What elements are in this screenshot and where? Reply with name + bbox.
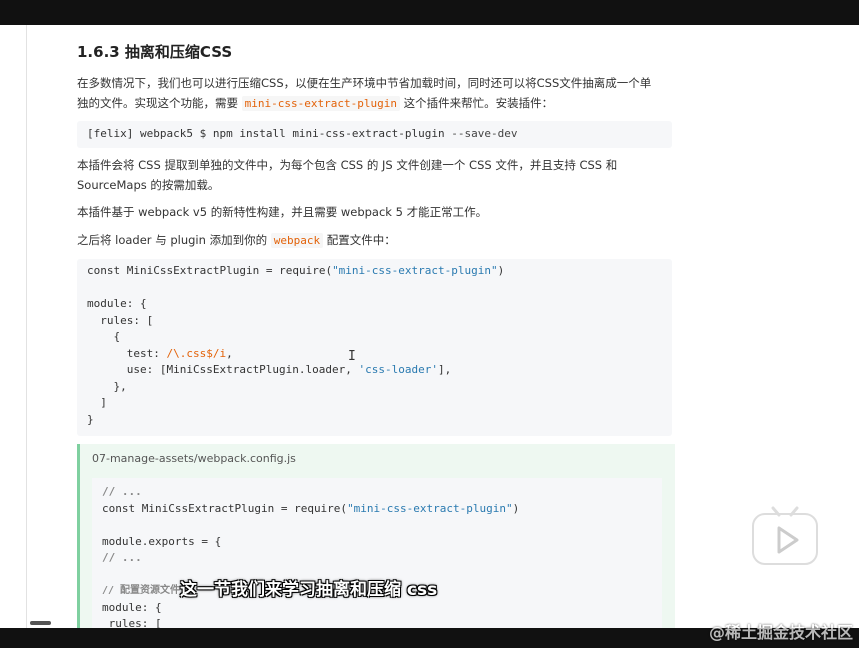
code-line: }, [87, 379, 127, 393]
text-cursor-icon: I [348, 349, 356, 364]
shell-command: npm install mini-css-extract-plugin [212, 127, 452, 140]
code-line: rules: [ [87, 313, 154, 327]
play-icon[interactable] [751, 506, 819, 567]
plugin-description-paragraph: 本插件会将 CSS 提取到单独的文件中，为每个包含 CSS 的 JS 文件创建一… [77, 155, 672, 195]
code-comment: // ... [102, 485, 142, 498]
para4-suffix: 配置文件中： [323, 233, 396, 247]
code-line: const MiniCssExtractPlugin = require("mi… [87, 264, 505, 277]
section-heading: 1.6.3 抽离和压缩CSS [77, 43, 233, 61]
code-line: { [87, 330, 121, 343]
code-line: rules: [ [102, 617, 162, 628]
install-command-line: [felix] webpack5 $ npm install mini-css-… [77, 121, 672, 148]
webpack-version-paragraph: 本插件基于 webpack v5 的新特性构建，并且需要 webpack 5 才… [77, 205, 488, 219]
code-line: module: { [87, 297, 147, 310]
sidebar-divider [26, 25, 27, 628]
install-command-block[interactable]: [felix] webpack5 $ npm install mini-css-… [77, 121, 672, 148]
code-line: const MiniCssExtractPlugin = require("mi… [102, 501, 520, 515]
code-line: test: /\.css$/i, [87, 346, 233, 360]
code-comment: // ... [102, 551, 142, 564]
config-instruction-paragraph: 之后将 loader 与 plugin 添加到你的 webpack 配置文件中： [77, 230, 396, 251]
intro-line2-prefix: 独的文件。实现这个功能，需要 [77, 96, 242, 110]
intro-paragraph: 在多数情况下，我们也可以进行压缩CSS，以便在生产环境中节省加载时间，同时还可以… [77, 73, 672, 114]
inline-code-webpack: webpack [270, 233, 324, 248]
video-subtitle: 这一节我们来学习抽离和压缩 css [180, 580, 438, 600]
code-line: module: { [102, 600, 162, 614]
code-line: } [87, 412, 94, 426]
shell-flag: --save-dev [451, 127, 518, 140]
inline-code-plugin: mini-css-extract-plugin [241, 96, 400, 111]
file-path-label: 07-manage-assets/webpack.config.js [92, 452, 296, 465]
intro-line2-suffix: 这个插件来帮忙。安装插件： [399, 96, 554, 110]
scrollbar-handle[interactable] [30, 621, 51, 625]
shell-prompt: [felix] webpack5 $ [87, 127, 213, 140]
document-page: 1.6.3 抽离和压缩CSS 在多数情况下，我们也可以进行压缩CSS，以便在生产… [0, 25, 859, 628]
code-line: ] [87, 396, 107, 409]
para2-line2: SourceMaps 的按需加载。 [77, 178, 220, 192]
code-line: module.exports = { [102, 534, 222, 548]
para4-prefix: 之后将 loader 与 plugin 添加到你的 [77, 233, 271, 247]
video-top-bar [0, 0, 859, 25]
intro-line1: 在多数情况下，我们也可以进行压缩CSS，以便在生产环境中节省加载时间，同时还可以… [77, 76, 652, 90]
webpack-config-code-block[interactable]: // ... const MiniCssExtractPlugin = requ… [92, 478, 662, 628]
file-code-panel: 07-manage-assets/webpack.config.js // ..… [77, 444, 675, 628]
code-line: use: [MiniCssExtractPlugin.loader, 'css-… [87, 363, 452, 376]
para2-line1: 本插件会将 CSS 提取到单独的文件中，为每个包含 CSS 的 JS 文件创建一… [77, 158, 618, 172]
watermark: @稀土掘金技术社区 [708, 623, 853, 642]
config-code-block[interactable]: const MiniCssExtractPlugin = require("mi… [77, 259, 672, 436]
